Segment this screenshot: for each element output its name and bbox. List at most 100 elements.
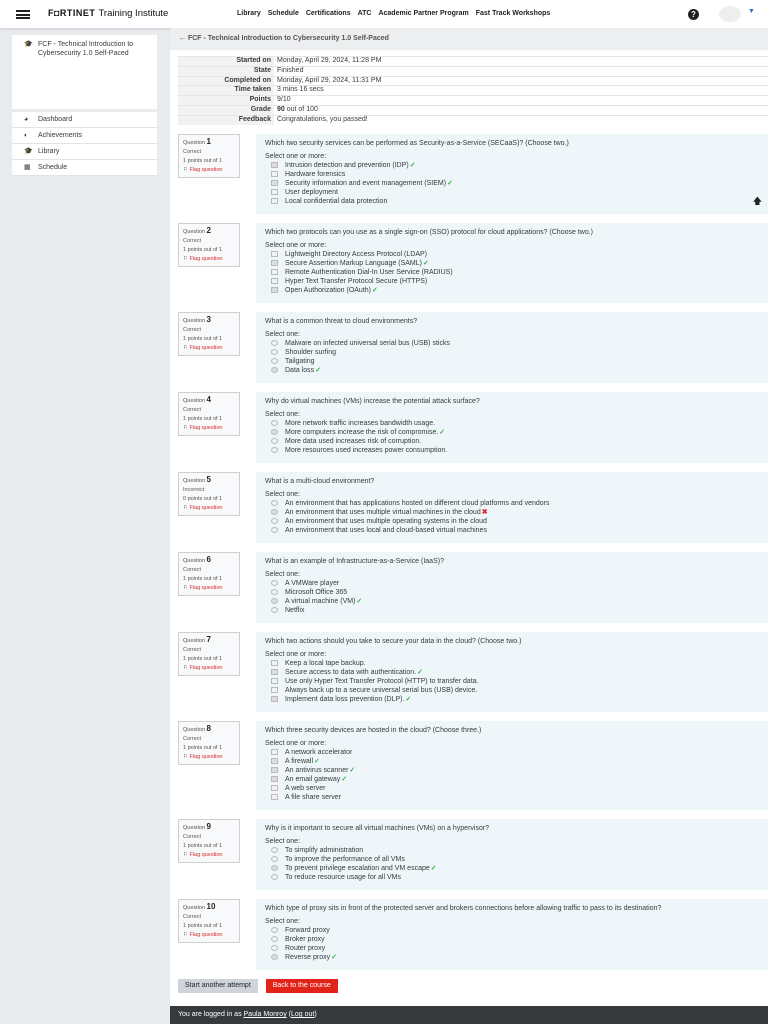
- radio[interactable]: [271, 429, 278, 436]
- radio[interactable]: [271, 936, 278, 943]
- radio[interactable]: [271, 954, 278, 961]
- checkbox[interactable]: [271, 171, 278, 178]
- checkbox[interactable]: [271, 189, 278, 196]
- radio[interactable]: [271, 847, 278, 854]
- radio[interactable]: [271, 598, 278, 605]
- nav-link-certifications[interactable]: Certifications: [306, 10, 351, 17]
- answer-option[interactable]: A firewall ✓: [265, 757, 758, 766]
- radio[interactable]: [271, 438, 278, 445]
- avatar[interactable]: [719, 6, 741, 22]
- flag-question-link[interactable]: ⚐ Flag question: [183, 255, 235, 264]
- checkbox[interactable]: [271, 162, 278, 169]
- answer-option[interactable]: Hardware forensics: [265, 170, 758, 179]
- radio[interactable]: [271, 420, 278, 427]
- sidebar-course-link[interactable]: 🎓 FCF - Technical Introduction to Cyberse…: [12, 35, 157, 109]
- checkbox[interactable]: [271, 785, 278, 792]
- answer-option[interactable]: An antivirus scanner ✓: [265, 766, 758, 775]
- nav-link-schedule[interactable]: Schedule: [268, 10, 299, 17]
- answer-option[interactable]: More computers increase the risk of comp…: [265, 428, 758, 437]
- checkbox[interactable]: [271, 287, 278, 294]
- radio[interactable]: [271, 865, 278, 872]
- answer-option[interactable]: Forward proxy: [265, 926, 758, 935]
- sidebar-item-dashboard[interactable]: ◕ Dashboard: [12, 112, 157, 128]
- radio[interactable]: [271, 589, 278, 596]
- answer-option[interactable]: Reverse proxy ✓: [265, 953, 758, 962]
- flag-question-link[interactable]: ⚐ Flag question: [183, 753, 235, 762]
- answer-option[interactable]: An email gateway ✓: [265, 775, 758, 784]
- radio[interactable]: [271, 447, 278, 454]
- flag-question-link[interactable]: ⚐ Flag question: [183, 664, 235, 673]
- radio[interactable]: [271, 527, 278, 534]
- radio[interactable]: [271, 945, 278, 952]
- answer-option[interactable]: A virtual machine (VM) ✓: [265, 597, 758, 606]
- radio[interactable]: [271, 856, 278, 863]
- checkbox[interactable]: [271, 278, 278, 285]
- answer-option[interactable]: A network accelerator: [265, 748, 758, 757]
- answer-option[interactable]: Microsoft Office 365: [265, 588, 758, 597]
- flag-question-link[interactable]: ⚐ Flag question: [183, 344, 235, 353]
- answer-option[interactable]: Always back up to a secure universal ser…: [265, 686, 758, 695]
- answer-option[interactable]: Router proxy: [265, 944, 758, 953]
- answer-option[interactable]: An environment that uses multiple virtua…: [265, 508, 758, 517]
- answer-option[interactable]: An environment that uses local and cloud…: [265, 526, 758, 535]
- start-another-attempt-button[interactable]: Start another attempt: [178, 978, 258, 993]
- answer-option[interactable]: User deployment: [265, 188, 758, 197]
- answer-option[interactable]: Keep a local tape backup.: [265, 659, 758, 668]
- answer-option[interactable]: Remote Authentication Dial-In User Servi…: [265, 268, 758, 277]
- answer-option[interactable]: Lightweight Directory Access Protocol (L…: [265, 250, 758, 259]
- answer-option[interactable]: To simplify administration: [265, 846, 758, 855]
- radio[interactable]: [271, 580, 278, 587]
- radio[interactable]: [271, 518, 278, 525]
- answer-option[interactable]: An environment that uses multiple operat…: [265, 517, 758, 526]
- answer-option[interactable]: Local confidential data protection: [265, 197, 758, 206]
- radio[interactable]: [271, 927, 278, 934]
- hamburger-menu-icon[interactable]: [16, 10, 30, 19]
- checkbox[interactable]: [271, 180, 278, 187]
- answer-option[interactable]: Use only Hyper Text Transfer Protocol (H…: [265, 677, 758, 686]
- answer-option[interactable]: Broker proxy: [265, 935, 758, 944]
- radio[interactable]: [271, 340, 278, 347]
- answer-option[interactable]: More data used increases risk of corrupt…: [265, 437, 758, 446]
- answer-option[interactable]: Secure Assertion Markup Language (SAML) ✓: [265, 259, 758, 268]
- checkbox[interactable]: [271, 660, 278, 667]
- answer-option[interactable]: Hyper Text Transfer Protocol Secure (HTT…: [265, 277, 758, 286]
- answer-option[interactable]: Implement data loss prevention (DLP). ✓: [265, 695, 758, 704]
- checkbox[interactable]: [271, 767, 278, 774]
- answer-option[interactable]: Tailgating: [265, 357, 758, 366]
- flag-question-link[interactable]: ⚐ Flag question: [183, 931, 235, 940]
- sidebar-item-library[interactable]: 🎓 Library: [12, 144, 157, 160]
- answer-option[interactable]: Open Authorization (OAuth) ✓: [265, 286, 758, 295]
- answer-option[interactable]: An environment that has applications hos…: [265, 499, 758, 508]
- checkbox[interactable]: [271, 260, 278, 267]
- checkbox[interactable]: [271, 758, 278, 765]
- answer-option[interactable]: Malware on infected universal serial bus…: [265, 339, 758, 348]
- scroll-to-top-icon[interactable]: 🡅: [753, 194, 762, 210]
- chevron-down-icon[interactable]: ▼: [748, 8, 755, 15]
- checkbox[interactable]: [271, 669, 278, 676]
- answer-option[interactable]: More resources used increases power cons…: [265, 446, 758, 455]
- radio[interactable]: [271, 607, 278, 614]
- radio[interactable]: [271, 367, 278, 374]
- radio[interactable]: [271, 509, 278, 516]
- nav-link-fast-track-workshops[interactable]: Fast Track Workshops: [476, 10, 551, 17]
- flag-question-link[interactable]: ⚐ Flag question: [183, 504, 235, 513]
- answer-option[interactable]: A file share server: [265, 793, 758, 802]
- answer-option[interactable]: A VMWare player: [265, 579, 758, 588]
- answer-option[interactable]: Netflix: [265, 606, 758, 615]
- radio[interactable]: [271, 349, 278, 356]
- checkbox[interactable]: [271, 678, 278, 685]
- answer-option[interactable]: Intrusion detection and prevention (IDP)…: [265, 161, 758, 170]
- checkbox[interactable]: [271, 687, 278, 694]
- checkbox[interactable]: [271, 749, 278, 756]
- radio[interactable]: [271, 358, 278, 365]
- logout-link[interactable]: Log out: [291, 1011, 314, 1018]
- checkbox[interactable]: [271, 251, 278, 258]
- flag-question-link[interactable]: ⚐ Flag question: [183, 851, 235, 860]
- answer-option[interactable]: Security information and event managemen…: [265, 179, 758, 188]
- answer-option[interactable]: Secure access to data with authenticatio…: [265, 668, 758, 677]
- answer-option[interactable]: Data loss ✓: [265, 366, 758, 375]
- nav-link-atc[interactable]: ATC: [358, 10, 372, 17]
- answer-option[interactable]: A web server: [265, 784, 758, 793]
- checkbox[interactable]: [271, 198, 278, 205]
- nav-link-academic-partner-program[interactable]: Academic Partner Program: [378, 10, 468, 17]
